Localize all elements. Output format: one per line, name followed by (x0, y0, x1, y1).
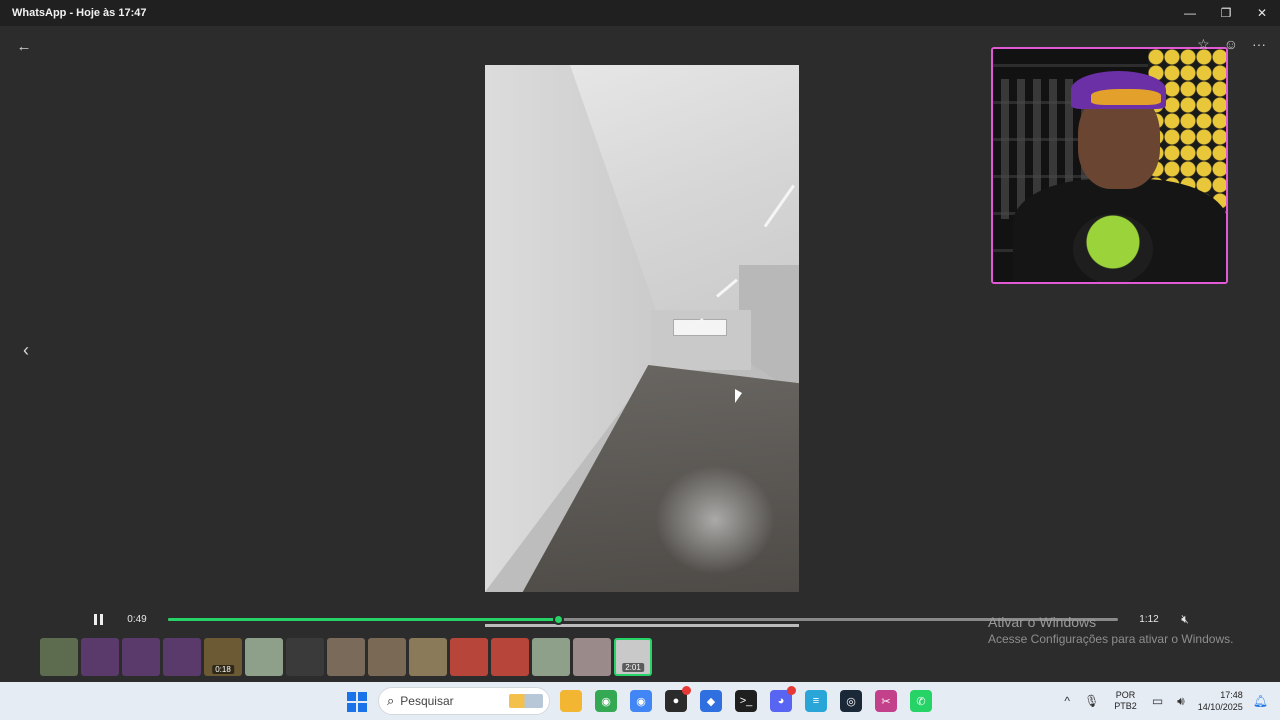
seek-bar-progress (168, 617, 558, 621)
app-red-dot-icon[interactable]: ● (665, 686, 691, 712)
snipping-tool-glyph: ✂ (881, 695, 891, 708)
chrome-profile-icon[interactable]: ◉ (630, 690, 652, 712)
media-thumbnail[interactable] (327, 638, 365, 676)
terminal-icon[interactable]: >_ (735, 690, 757, 712)
taskbar-search-box[interactable]: ⌕ Pesquisar (378, 687, 550, 715)
thumbnail-duration: 2:01 (622, 663, 644, 672)
clock-time: 17:48 (1220, 690, 1243, 700)
notepad-glyph: ≡ (812, 695, 820, 707)
media-thumbnail[interactable] (81, 638, 119, 676)
clock-date: 14/10/2025 (1197, 702, 1243, 712)
minimize-button[interactable]: — (1172, 0, 1208, 26)
media-thumbnail[interactable] (368, 638, 406, 676)
terminal-glyph: >_ (739, 695, 753, 707)
search-icon: ⌕ (387, 693, 395, 708)
media-thumbnail[interactable] (409, 638, 447, 676)
search-placeholder: Pesquisar (400, 694, 454, 708)
media-thumbnail[interactable]: 0:18 (204, 638, 242, 676)
previous-media-chevron-icon[interactable]: ‹ (16, 340, 36, 360)
media-thumbnail-strip: 0:18 2:01 (40, 638, 652, 676)
chrome-profile-glyph: ◉ (636, 695, 646, 708)
network-icon[interactable]: ▭ (1152, 694, 1163, 708)
seek-bar-handle[interactable] (552, 613, 564, 625)
chrome-icon[interactable]: ◉ (595, 690, 617, 712)
whatsapp-media-viewer-window: WhatsApp - Hoje às 17:47 — ❐ ✕ ← ‹ ☆ ☺ ·… (0, 0, 1280, 720)
mouse-cursor (735, 389, 742, 403)
media-thumbnail[interactable] (245, 638, 283, 676)
volume-icon[interactable]: 🔊︎ (1177, 694, 1185, 709)
whatsapp-glyph: ✆ (916, 695, 926, 708)
activation-subtitle: Acesse Configurações para ativar o Windo… (988, 632, 1234, 646)
input-language[interactable]: POR PTB2 (1114, 690, 1137, 712)
video-frame[interactable] (485, 65, 799, 592)
taskbar-pinned-apps: ◉ ◉ ● ◆ >_ ◕ ≡ ◎ ✂ ✆ (560, 682, 932, 720)
title-bar: WhatsApp - Hoje às 17:47 — ❐ ✕ (0, 0, 1280, 26)
discord-icon[interactable]: ◕ (770, 686, 796, 712)
keyboard-layout: PTB2 (1114, 701, 1137, 711)
media-thumbnail[interactable] (122, 638, 160, 676)
snipping-tool-icon[interactable]: ✂ (875, 690, 897, 712)
activation-title: Ativar o Windows (988, 614, 1097, 630)
show-hidden-icons-chevron-icon[interactable]: ^ (1064, 694, 1070, 708)
system-tray: ^ 🎙︎ POR PTB2 ▭ 🔊︎ 17:48 14/10/2025 🔔︎ (1057, 682, 1280, 720)
media-thumbnail[interactable] (286, 638, 324, 676)
back-arrow-icon[interactable]: ← (14, 36, 34, 56)
current-time: 0:49 (127, 613, 147, 625)
media-thumbnail[interactable] (491, 638, 529, 676)
discord-glyph: ◕ (777, 695, 785, 707)
steam-icon[interactable]: ◎ (840, 690, 862, 712)
pause-icon[interactable] (80, 608, 116, 630)
notification-badge (787, 686, 796, 695)
app-red-dot-glyph: ● (672, 695, 680, 707)
media-thumbnail[interactable] (163, 638, 201, 676)
viewer-actions: ☆ ☺ ··· (1197, 36, 1266, 53)
window-title: WhatsApp - Hoje às 17:47 (12, 7, 147, 19)
language-code: POR (1115, 690, 1136, 700)
media-thumbnail[interactable] (450, 638, 488, 676)
whatsapp-icon[interactable]: ✆ (910, 690, 932, 712)
cap-brim (1091, 89, 1161, 105)
webcam-overlay (991, 47, 1228, 284)
seek-bar[interactable] (168, 613, 1118, 625)
notifications-bell-icon[interactable]: 🔔︎ (1253, 694, 1268, 708)
maximize-button[interactable]: ❐ (1208, 0, 1244, 26)
media-thumbnail[interactable] (532, 638, 570, 676)
react-icon[interactable]: ☺ (1224, 36, 1238, 53)
close-button[interactable]: ✕ (1244, 0, 1280, 26)
steam-glyph: ◎ (846, 695, 856, 708)
more-icon[interactable]: ··· (1252, 36, 1266, 53)
notepad-icon[interactable]: ≡ (805, 690, 827, 712)
file-explorer-icon[interactable] (560, 690, 582, 712)
windows-start-icon[interactable] (347, 692, 367, 712)
notification-badge (682, 686, 691, 695)
taskbar-clock[interactable]: 17:48 14/10/2025 (1198, 689, 1243, 713)
star-icon[interactable]: ☆ (1197, 36, 1210, 53)
thumbnail-selected[interactable]: 2:01 (614, 638, 652, 676)
microphone-icon[interactable]: 🎙︎ (1084, 694, 1099, 708)
webcam-person-cap (1071, 71, 1166, 109)
webcam-shirt-print (1073, 214, 1153, 282)
video-floor-light (655, 465, 775, 575)
windows-activation-watermark: Ativar o Windows Acesse Configurações pa… (988, 614, 1233, 646)
media-viewer: ← ‹ ☆ ☺ ··· 0:49 1:12 🔇︎ 0:18 2:01 Ativa… (0, 26, 1280, 682)
thumbnail-duration: 0:18 (212, 665, 234, 674)
diamond-app-icon[interactable]: ◆ (700, 690, 722, 712)
diamond-app-glyph: ◆ (706, 695, 716, 708)
windows-taskbar: ⌕ Pesquisar ◉ ◉ ● ◆ >_ ◕ ≡ ◎ ✂ ✆ ^ 🎙︎ POR PTB2 ▭ … (0, 682, 1280, 720)
media-thumbnail[interactable] (573, 638, 611, 676)
chrome-glyph: ◉ (601, 695, 611, 708)
media-thumbnail[interactable] (40, 638, 78, 676)
search-highlight-icon (509, 694, 543, 708)
